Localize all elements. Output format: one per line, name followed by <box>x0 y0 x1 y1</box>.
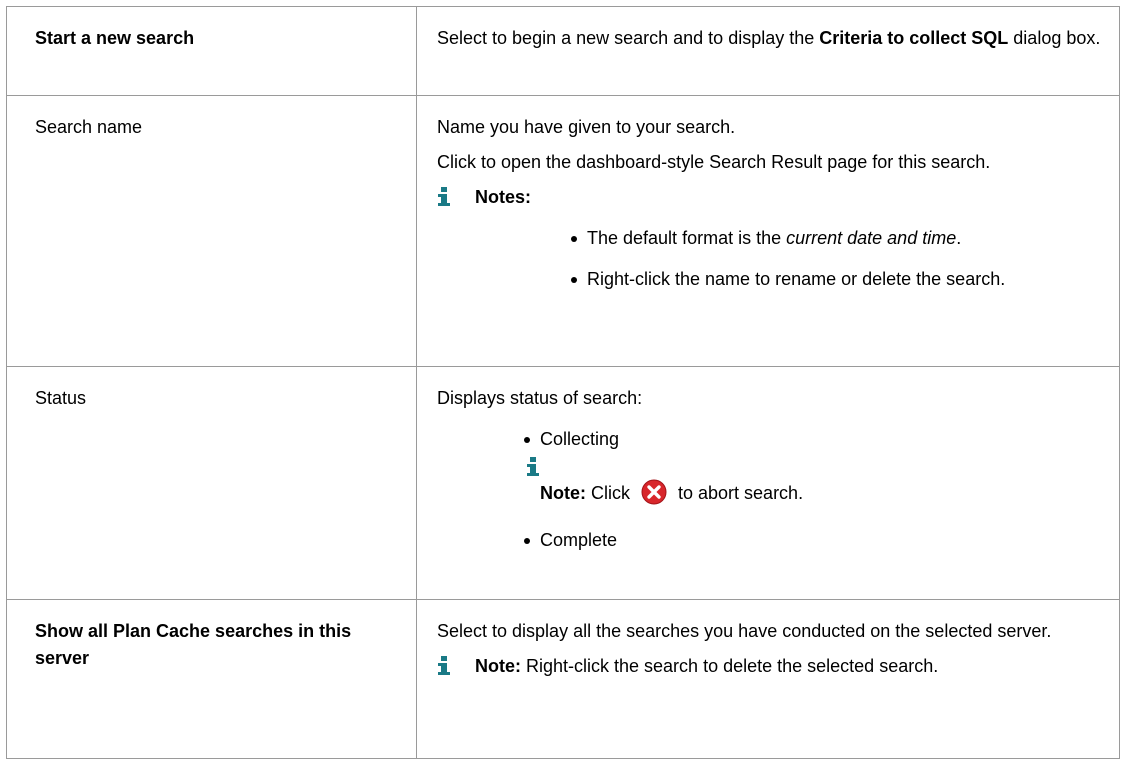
table-row: Status Displays status of search: Collec… <box>6 366 1120 600</box>
abort-x-icon[interactable] <box>641 479 667 513</box>
search-name-desc: Name you have given to your search. <box>437 117 736 137</box>
list-item: Collecting <box>524 426 1103 453</box>
term-search-name: Search name <box>35 117 143 137</box>
definitions-table: Start a new search Select to begin a new… <box>6 6 1120 759</box>
info-icon <box>526 457 540 477</box>
status-desc: Displays status of search: <box>437 388 643 408</box>
description-cell: Name you have given to your search. Clic… <box>416 95 1120 367</box>
note-label: Note: <box>475 656 521 676</box>
list-item: The default format is the current date a… <box>571 225 1103 252</box>
description-cell: Select to display all the searches you h… <box>416 599 1120 759</box>
notes-list: The default format is the current date a… <box>571 225 1103 293</box>
term-cell: Search name <box>6 95 417 367</box>
term-cell: Start a new search <box>6 6 417 96</box>
search-name-click-desc: Click to open the dashboard-style Search… <box>437 152 991 172</box>
show-all-desc: Select to display all the searches you h… <box>437 621 1052 641</box>
table-row: Start a new search Select to begin a new… <box>6 6 1120 96</box>
description-cell: Displays status of search: Collecting No… <box>416 366 1120 600</box>
notes-label: Notes: <box>475 187 532 207</box>
note-block: Note: Right-click the search to delete t… <box>437 653 1103 680</box>
list-item: Right-click the name to rename or delete… <box>571 266 1103 293</box>
note-text: Right-click the search to delete the sel… <box>521 656 939 676</box>
desc-text-end: dialog box. <box>1008 28 1101 48</box>
notes-block: Notes: <box>437 184 1103 211</box>
criteria-dialog-name: Criteria to collect SQL <box>819 28 1009 48</box>
list-item: Complete <box>524 527 1103 554</box>
description-cell: Select to begin a new search and to disp… <box>416 6 1120 96</box>
table-row: Search name Name you have given to your … <box>6 95 1120 367</box>
term-cell: Status <box>6 366 417 600</box>
term-status: Status <box>35 388 87 408</box>
term-show-all-searches: Show all Plan Cache searches in this ser… <box>35 621 352 668</box>
term-cell: Show all Plan Cache searches in this ser… <box>6 599 417 759</box>
collecting-note: Note: Click to abort search. <box>524 457 1103 509</box>
note-label: Note: <box>540 483 586 503</box>
info-icon <box>437 187 451 207</box>
status-list: Collecting Note: Click to abort search. … <box>524 426 1103 554</box>
table-row: Show all Plan Cache searches in this ser… <box>6 599 1120 759</box>
desc-text: Select to begin a new search and to disp… <box>437 28 820 48</box>
term-start-new-search: Start a new search <box>35 28 195 48</box>
info-icon <box>437 656 451 676</box>
